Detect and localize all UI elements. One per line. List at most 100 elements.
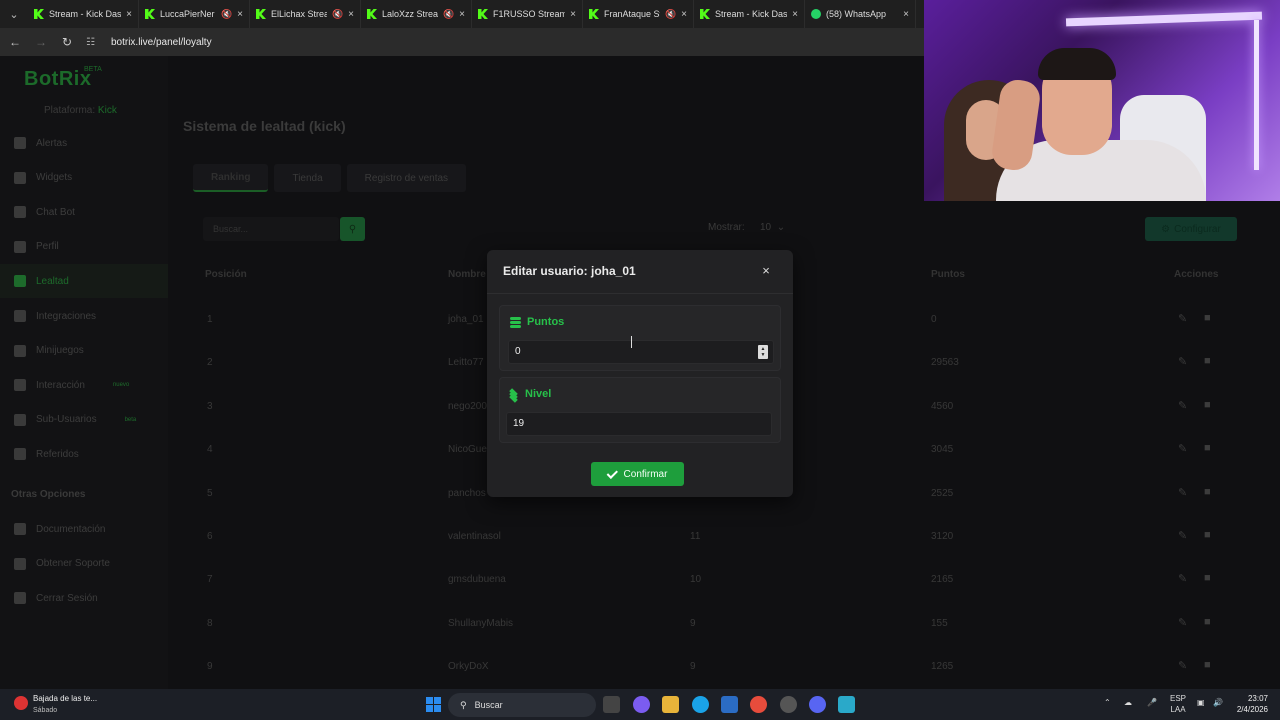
edit-icon[interactable]: ✎ <box>1178 572 1187 585</box>
trash-icon[interactable]: ■ <box>1204 312 1211 324</box>
task-view-icon[interactable] <box>603 696 620 713</box>
sidebar-item-label: Cerrar Sesión <box>36 592 98 604</box>
trash-icon[interactable]: ■ <box>1204 399 1211 411</box>
botrix-logo[interactable]: BotRix <box>24 68 91 91</box>
cell-name: ShullanyMabis <box>448 617 514 629</box>
configure-label: Configurar <box>1174 223 1221 235</box>
edit-icon[interactable]: ✎ <box>1178 529 1187 542</box>
forward-icon[interactable]: → <box>34 35 48 49</box>
ranking-search-input[interactable]: Buscar... <box>203 217 339 241</box>
sidebar-item-referidos[interactable]: Referidos <box>0 437 168 471</box>
notepad-icon[interactable] <box>838 696 855 713</box>
sidebar-item-lealtad[interactable]: Lealtad <box>0 264 168 299</box>
weather-widget[interactable]: Bajada de las te... Sábado <box>14 693 134 717</box>
sidebar-item-chat-bot[interactable]: Chat Bot <box>0 195 168 229</box>
trash-icon[interactable]: ■ <box>1204 529 1211 541</box>
close-tab-icon[interactable]: × <box>681 9 687 20</box>
sidebar-item-documentaci-n[interactable]: Documentación <box>0 512 168 546</box>
search-button[interactable]: ⚲ <box>340 217 365 241</box>
taskbar-search[interactable]: ⚲ Buscar <box>448 693 596 717</box>
browser-tab[interactable]: F1RUSSO Stream × <box>472 0 583 28</box>
trash-icon[interactable]: ■ <box>1204 659 1211 671</box>
sidebar-item-integraciones[interactable]: Integraciones <box>0 299 168 333</box>
windows-start-icon[interactable] <box>426 697 441 712</box>
browser-tab[interactable]: (58) WhatsApp × <box>805 0 916 28</box>
tray-chevron-icon[interactable]: ⌃ <box>1104 698 1111 707</box>
edit-icon[interactable]: ✎ <box>1178 442 1187 455</box>
sidebar-item-interacci-n[interactable]: Interacción nuevo <box>0 368 168 402</box>
edge-icon[interactable] <box>692 696 709 713</box>
browser-tab[interactable]: LaloXzz Stream 🔇 × <box>361 0 472 28</box>
close-tab-icon[interactable]: × <box>570 9 576 20</box>
muted-icon[interactable]: 🔇 <box>665 9 676 20</box>
trash-icon[interactable]: ■ <box>1204 442 1211 454</box>
display-icon[interactable]: ▣ <box>1197 698 1205 707</box>
site-info-icon[interactable]: ☷ <box>86 37 95 48</box>
back-icon[interactable]: ← <box>8 35 22 49</box>
edit-icon[interactable]: ✎ <box>1178 399 1187 412</box>
discord-icon[interactable] <box>809 696 826 713</box>
sidebar-item-minijuegos[interactable]: Minijuegos <box>0 334 168 368</box>
close-tab-icon[interactable]: × <box>903 9 909 20</box>
trash-icon[interactable]: ■ <box>1204 355 1211 367</box>
column-nombre[interactable]: Nombre <box>448 269 486 280</box>
sidebar-item-obtener-soporte[interactable]: Obtener Soporte <box>0 547 168 581</box>
edit-icon[interactable]: ✎ <box>1178 312 1187 325</box>
copilot-icon[interactable] <box>633 696 650 713</box>
points-input[interactable]: 0 ▲ ▼ <box>508 340 774 364</box>
reload-icon[interactable]: ↻ <box>60 35 74 49</box>
level-input[interactable]: 19 <box>506 412 772 436</box>
tab-tienda[interactable]: Tienda <box>274 164 341 192</box>
url-field[interactable]: botrix.live/panel/loyalty <box>111 37 212 48</box>
network-icon[interactable]: ☁ <box>1124 698 1132 707</box>
trash-icon[interactable]: ■ <box>1204 616 1211 628</box>
sidebar-item-perfil[interactable]: Perfil <box>0 230 168 264</box>
browser-tab[interactable]: Stream - Kick Das × <box>28 0 139 28</box>
close-tab-icon[interactable]: × <box>792 9 798 20</box>
trash-icon[interactable]: ■ <box>1204 486 1211 498</box>
muted-icon[interactable]: 🔇 <box>443 9 454 20</box>
edit-icon[interactable]: ✎ <box>1178 355 1187 368</box>
tab-search-icon[interactable]: ⌄ <box>0 0 28 28</box>
close-tab-icon[interactable]: × <box>459 9 465 20</box>
chrome-icon[interactable] <box>750 696 767 713</box>
cell-level: 10 <box>690 574 702 586</box>
language-indicator[interactable]: ESP LAA <box>1170 693 1186 715</box>
close-icon[interactable]: × <box>758 263 774 279</box>
column-puntos[interactable]: Puntos <box>931 269 965 280</box>
points-stepper-icon[interactable]: ▲ ▼ <box>758 345 768 359</box>
browser-tab[interactable]: Stream - Kick Das × <box>694 0 805 28</box>
muted-icon[interactable]: 🔇 <box>221 9 232 20</box>
browser-tab[interactable]: FranAtaque St 🔇 × <box>583 0 694 28</box>
whatsapp-icon <box>811 9 821 19</box>
windows-taskbar: Bajada de las te... Sábado ⚲ Buscar ⌃ ☁ … <box>0 689 1280 720</box>
tab-registro-ventas[interactable]: Registro de ventas <box>346 164 467 192</box>
edit-icon[interactable]: ✎ <box>1178 616 1187 629</box>
clock[interactable]: 23:07 2/4/2026 <box>1232 693 1268 715</box>
edit-icon[interactable]: ✎ <box>1178 659 1187 672</box>
file-explorer-icon[interactable] <box>662 696 679 713</box>
microphone-icon[interactable]: 🎤 <box>1147 698 1157 707</box>
sidebar-item-widgets[interactable]: Widgets <box>0 161 168 195</box>
browser-tab[interactable]: LuccaPierNer 🔇 × <box>139 0 250 28</box>
confirm-button[interactable]: Confirmar <box>591 462 684 486</box>
sidebar-item-cerrar-sesi-n[interactable]: Cerrar Sesión <box>0 581 168 615</box>
store-icon[interactable] <box>721 696 738 713</box>
show-select[interactable]: 10 ⌄ <box>760 222 785 233</box>
sidebar-item-alertas[interactable]: Alertas <box>0 126 168 160</box>
edit-icon[interactable]: ✎ <box>1178 486 1187 499</box>
close-tab-icon[interactable]: × <box>126 9 132 20</box>
sidebar-item-sub-usuarios[interactable]: Sub-Usuarios beta <box>0 403 168 437</box>
obs-icon[interactable] <box>780 696 797 713</box>
muted-icon[interactable]: 🔇 <box>332 9 343 20</box>
close-tab-icon[interactable]: × <box>237 9 243 20</box>
configure-button[interactable]: ⚙ Configurar <box>1145 217 1237 241</box>
tab-ranking[interactable]: Ranking <box>193 164 269 192</box>
browser-tab[interactable]: ElLichax Stream 🔇 × <box>250 0 361 28</box>
coins-icon <box>510 317 521 328</box>
volume-icon[interactable]: 🔊 <box>1213 698 1223 707</box>
trash-icon[interactable]: ■ <box>1204 572 1211 584</box>
column-posicion[interactable]: Posición <box>205 269 247 280</box>
sidebar-badge: beta <box>124 416 137 423</box>
close-tab-icon[interactable]: × <box>348 9 354 20</box>
